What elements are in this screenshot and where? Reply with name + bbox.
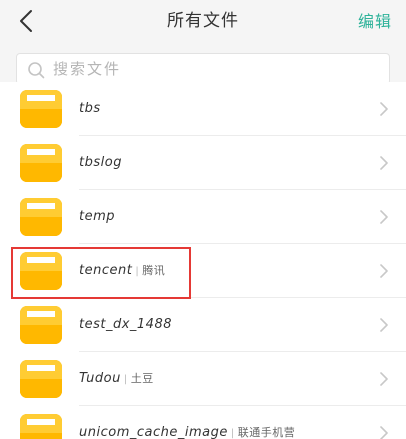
chevron-left-icon — [20, 10, 32, 32]
folder-label: temp — [79, 190, 115, 244]
chevron-right-icon — [380, 426, 388, 439]
chevron-right-icon — [380, 210, 388, 224]
folder-icon — [20, 414, 62, 439]
separator: | — [135, 266, 140, 277]
folder-icon — [20, 144, 62, 182]
folder-name: unicom_cache_image — [79, 425, 228, 439]
folder-name: tencent — [79, 263, 133, 278]
folder-icon — [20, 360, 62, 398]
folder-label: tencent | 腾讯 — [79, 244, 165, 298]
folder-row-tbslog[interactable]: tbslog — [0, 136, 406, 190]
folder-label: tbs — [79, 82, 101, 136]
folder-icon — [20, 252, 62, 290]
folder-label: tbslog — [79, 136, 122, 190]
page-title: 所有文件 — [167, 11, 239, 31]
folder-label: unicom_cache_image | 联通手机营 — [79, 406, 295, 439]
chevron-right-icon — [380, 318, 388, 332]
chevron-right-icon — [380, 156, 388, 170]
folder-name: test_dx_1488 — [79, 317, 172, 332]
folder-alias: 土豆 — [130, 372, 154, 385]
folder-row-tencent[interactable]: tencent | 腾讯 — [0, 244, 406, 298]
folder-name: tbs — [79, 101, 101, 116]
chevron-right-icon — [380, 372, 388, 386]
separator: | — [123, 374, 128, 385]
search-box[interactable] — [16, 53, 390, 85]
folder-icon — [20, 306, 62, 344]
folder-row-temp[interactable]: temp — [0, 190, 406, 244]
search-input[interactable] — [53, 54, 373, 84]
folder-row-test-dx-1488[interactable]: test_dx_1488 — [0, 298, 406, 352]
file-list: tbs tbslog temp tencent | 腾讯 test_dx_1488 Tudou… — [0, 82, 406, 439]
top-bar: 所有文件 编辑 — [0, 0, 406, 43]
folder-label: Tudou | 土豆 — [79, 352, 154, 406]
folder-row-tudou[interactable]: Tudou | 土豆 — [0, 352, 406, 406]
chevron-right-icon — [380, 102, 388, 116]
folder-row-unicom-cache-image[interactable]: unicom_cache_image | 联通手机营 — [0, 406, 406, 439]
search-icon — [28, 62, 45, 79]
folder-label: test_dx_1488 — [79, 298, 172, 352]
folder-alias: 联通手机营 — [237, 426, 296, 439]
back-button[interactable] — [12, 6, 40, 36]
edit-button[interactable]: 编辑 — [358, 0, 392, 43]
folder-name: tbslog — [79, 155, 122, 170]
folder-alias: 腾讯 — [142, 264, 166, 277]
separator: | — [230, 428, 235, 439]
folder-icon — [20, 90, 62, 128]
folder-row-tbs[interactable]: tbs — [0, 82, 406, 136]
folder-icon — [20, 198, 62, 236]
chevron-right-icon — [380, 264, 388, 278]
folder-name: Tudou — [79, 371, 121, 386]
folder-name: temp — [79, 209, 116, 224]
